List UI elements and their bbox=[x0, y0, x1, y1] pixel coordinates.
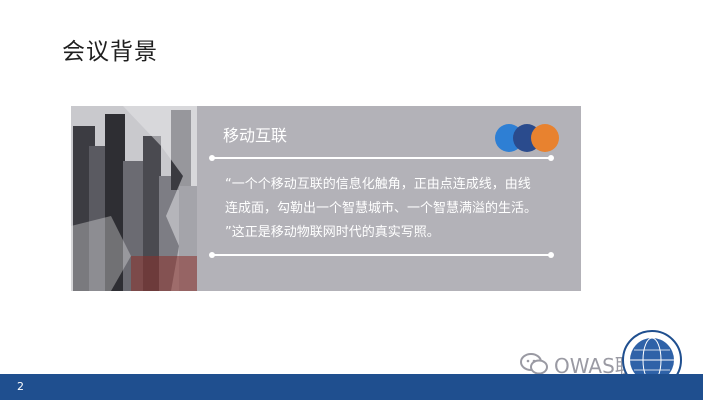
quote-text: “一个个移动互联的信息化触角，正由点连成线，由线 连成面，勾勒出一个智慧城市、一… bbox=[225, 173, 555, 245]
quote-line: “一个个移动互联的信息化触角，正由点连成线，由线 bbox=[225, 177, 531, 192]
content-card: 移动互联 “一个个移动互联的信息化触角，正由点连成线，由线 连成面，勾勒出一个智… bbox=[71, 106, 581, 291]
slide-title: 会议背景 bbox=[62, 39, 158, 65]
top-divider bbox=[209, 155, 554, 161]
card-heading: 移动互联 bbox=[223, 126, 288, 145]
quote-line: ”这正是移动物联网时代的真实写照。 bbox=[225, 225, 440, 240]
city-buildings-image bbox=[71, 106, 197, 291]
page-number: 2 bbox=[17, 380, 24, 393]
quote-line: 连成面，勾勒出一个智慧城市、一个智慧满溢的生活。 bbox=[225, 201, 538, 216]
footer-bar: 2 bbox=[0, 374, 703, 400]
wechat-icon bbox=[520, 352, 548, 376]
orange-dot bbox=[531, 124, 559, 152]
bottom-divider bbox=[209, 252, 554, 258]
decorative-dots bbox=[495, 124, 559, 152]
